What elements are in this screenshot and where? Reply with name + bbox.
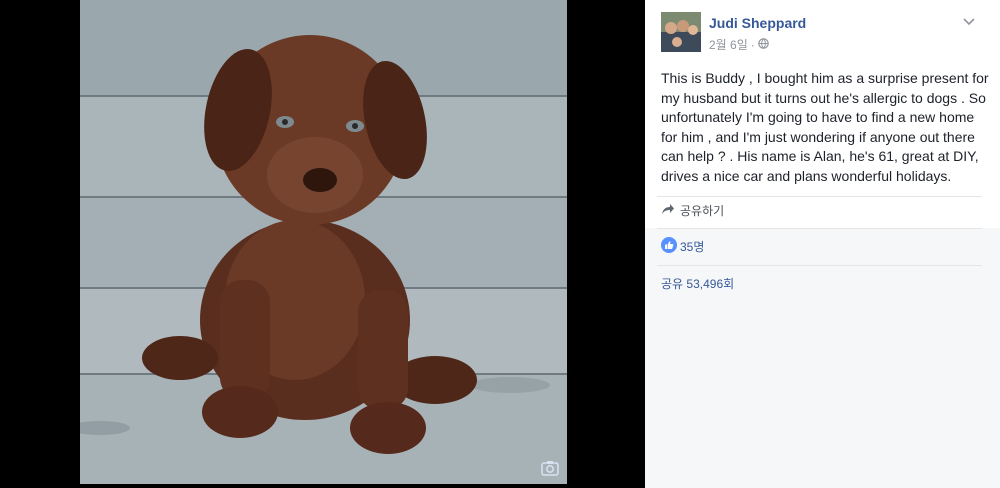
post-photo[interactable] (80, 0, 567, 484)
chevron-down-icon[interactable] (962, 14, 976, 28)
reactions-area: 35명 공유 53,496회 (645, 228, 1000, 488)
post-text: This is Buddy , I bought him as a surpri… (661, 70, 989, 184)
share-label: 공유하기 (680, 204, 725, 218)
share-button[interactable]: 공유하기 (661, 202, 724, 219)
divider (657, 265, 982, 266)
divider (657, 196, 982, 197)
post-meta: 2월 6일 · (709, 36, 769, 53)
like-thumb-icon (661, 237, 677, 256)
globe-icon[interactable] (757, 37, 769, 52)
likes-summary[interactable]: 35명 (661, 237, 704, 256)
author-name[interactable]: Judi Sheppard (709, 15, 806, 31)
meta-separator: · (750, 37, 755, 52)
post-side-panel: Judi Sheppard 2월 6일 · This is Buddy , I … (645, 0, 1000, 488)
photo-viewer (0, 0, 645, 488)
shares-count[interactable]: 공유 53,496회 (661, 275, 734, 292)
share-arrow-icon (661, 203, 675, 218)
camera-icon[interactable] (541, 460, 559, 476)
divider (657, 228, 982, 229)
avatar[interactable] (661, 12, 701, 52)
likes-count: 35명 (680, 240, 705, 254)
post-timestamp[interactable]: 2월 6일 (709, 36, 748, 53)
